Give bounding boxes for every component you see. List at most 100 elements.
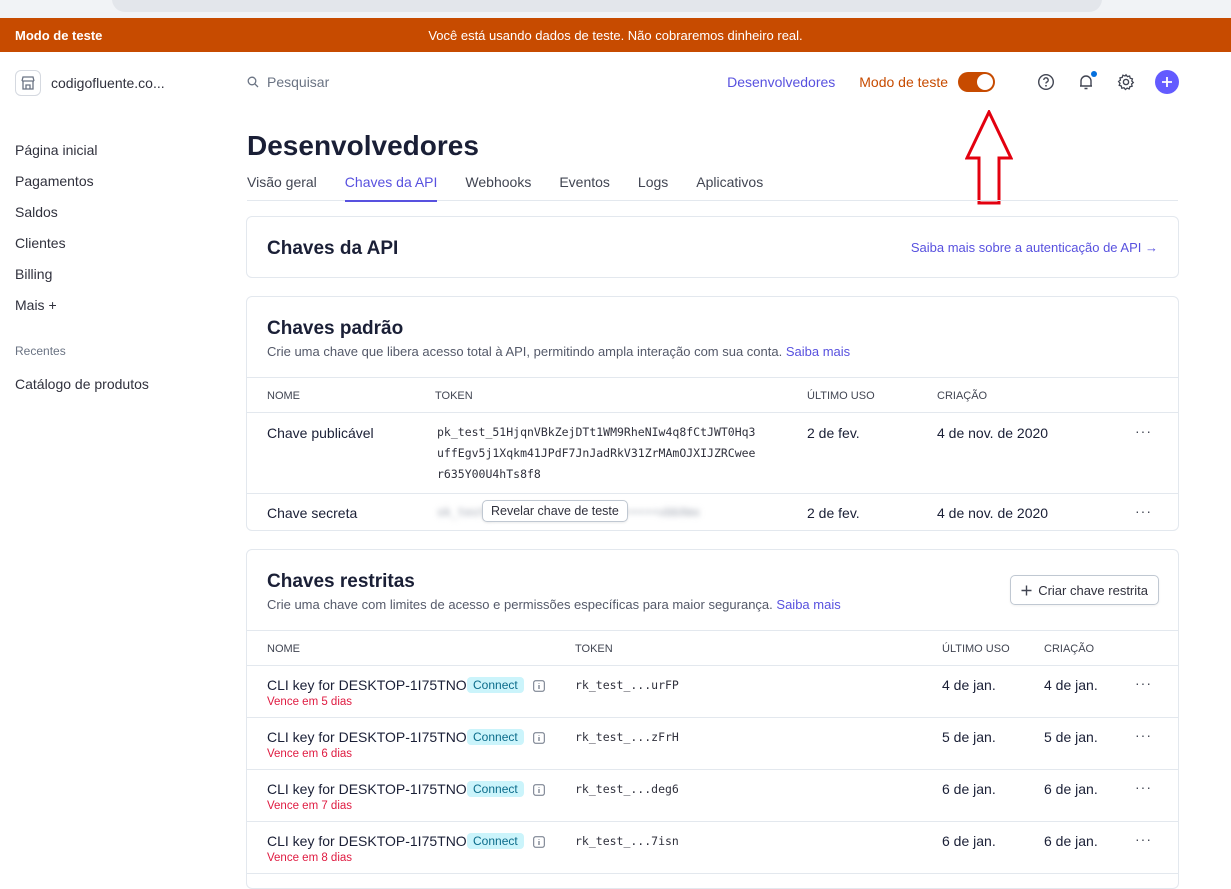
search-placeholder: Pesquisar bbox=[267, 74, 330, 90]
sidebar-item-balances[interactable]: Saldos bbox=[15, 202, 149, 233]
info-icon[interactable] bbox=[533, 732, 545, 744]
account-name: codigofluente.co... bbox=[51, 75, 165, 91]
more-dots-icon[interactable]: ··· bbox=[1135, 727, 1152, 743]
account-switcher[interactable]: codigofluente.co... bbox=[15, 70, 165, 96]
sidebar-item-billing[interactable]: Billing bbox=[15, 264, 149, 295]
more-dots-icon[interactable]: ··· bbox=[1135, 423, 1152, 439]
create-plus-button[interactable] bbox=[1155, 70, 1179, 94]
api-keys-card-title: Chaves da API bbox=[267, 238, 399, 259]
api-keys-header-card: Chaves da API Saiba mais sobre a autenti… bbox=[246, 216, 1179, 278]
sidebar-item-home[interactable]: Página inicial bbox=[15, 140, 149, 171]
more-dots-icon[interactable]: ··· bbox=[1135, 779, 1152, 795]
sidebar-item-customers[interactable]: Clientes bbox=[15, 233, 149, 264]
create-restricted-key-button[interactable]: Criar chave restrita bbox=[1010, 575, 1159, 605]
key-name: Chave secreta bbox=[267, 505, 358, 521]
info-icon[interactable] bbox=[533, 784, 545, 796]
plus-icon bbox=[1021, 585, 1032, 595]
column-header-name: NOME bbox=[267, 390, 300, 402]
search-icon bbox=[247, 76, 259, 88]
standard-keys-table-header: NOME TOKEN ÚLTIMO USO CRIAÇÃO bbox=[247, 377, 1178, 413]
browser-chrome-strip bbox=[0, 0, 1231, 18]
search-input[interactable]: Pesquisar bbox=[247, 74, 329, 90]
last-used-value: 5 de jan. bbox=[942, 729, 996, 745]
created-value: 5 de jan. bbox=[1044, 729, 1098, 745]
standard-keys-title: Chaves padrão bbox=[267, 318, 404, 339]
connect-badge: Connect bbox=[467, 677, 524, 693]
last-used-value: 2 de fev. bbox=[807, 505, 860, 521]
column-header-token: TOKEN bbox=[575, 643, 613, 655]
address-bar[interactable] bbox=[112, 0, 1102, 12]
column-header-last-used: ÚLTIMO USO bbox=[942, 643, 1010, 655]
table-row-secret-key: Chave secreta sk_test_••••••••••••••••••… bbox=[247, 494, 1178, 530]
tab-overview[interactable]: Visão geral bbox=[247, 170, 317, 201]
key-name: CLI key for DESKTOP-1I75TNO bbox=[267, 781, 467, 797]
help-icon[interactable] bbox=[1035, 71, 1057, 93]
key-name: Chave publicável bbox=[267, 425, 374, 441]
standard-keys-card: Chaves padrão Crie uma chave que libera … bbox=[246, 296, 1179, 531]
standard-keys-description: Crie uma chave que libera acesso total à… bbox=[267, 344, 850, 359]
table-row-publishable-key: Chave publicável pk_test_51HjqnVBkZejDTt… bbox=[247, 413, 1178, 494]
restricted-keys-learn-more-link[interactable]: Saiba mais bbox=[776, 597, 840, 612]
info-icon[interactable] bbox=[533, 680, 545, 692]
developers-link[interactable]: Desenvolvedores bbox=[727, 74, 835, 90]
tab-api-keys[interactable]: Chaves da API bbox=[344, 170, 437, 202]
column-header-name: NOME bbox=[267, 643, 300, 655]
connect-badge: Connect bbox=[467, 729, 524, 745]
bell-icon[interactable] bbox=[1075, 71, 1097, 93]
table-row[interactable]: CLI key for DESKTOP-1I75TNO Connect Venc… bbox=[247, 822, 1178, 874]
created-value: 4 de nov. de 2020 bbox=[937, 425, 1049, 441]
tab-apps[interactable]: Aplicativos bbox=[696, 170, 763, 201]
tab-webhooks[interactable]: Webhooks bbox=[465, 170, 531, 201]
test-mode-banner: Modo de teste Você está usando dados de … bbox=[0, 18, 1231, 52]
tab-logs[interactable]: Logs bbox=[638, 170, 668, 201]
restricted-token: rk_test_...deg6 bbox=[575, 782, 679, 796]
topbar-actions: Desenvolvedores Modo de teste bbox=[727, 67, 1179, 97]
gear-icon[interactable] bbox=[1115, 71, 1137, 93]
more-dots-icon[interactable]: ··· bbox=[1135, 831, 1152, 847]
token-line: uffEgv5j1Xqkm41JPdF7JnJadRkV31ZrMAmOJXIJ… bbox=[437, 446, 756, 460]
plus-icon bbox=[1162, 77, 1172, 87]
created-value: 4 de jan. bbox=[1044, 677, 1098, 693]
restricted-keys-description: Crie uma chave com limites de acesso e p… bbox=[267, 597, 841, 612]
api-auth-docs-link[interactable]: Saiba mais sobre a autenticação de API → bbox=[911, 240, 1158, 255]
last-used-value: 6 de jan. bbox=[942, 781, 996, 797]
test-mode-label: Modo de teste bbox=[859, 74, 948, 90]
create-restricted-key-label: Criar chave restrita bbox=[1038, 582, 1148, 598]
sidebar-item-product-catalog[interactable]: Catálogo de produtos bbox=[15, 374, 149, 405]
standard-keys-learn-more-link[interactable]: Saiba mais bbox=[786, 344, 850, 359]
restricted-token: rk_test_...7isn bbox=[575, 834, 679, 848]
expiry-text: Vence em 5 dias bbox=[267, 696, 353, 708]
notification-dot bbox=[1091, 71, 1097, 77]
table-row[interactable]: CLI key for DESKTOP-1I75TNO Connect Venc… bbox=[247, 770, 1178, 822]
expiry-text: Vence em 6 dias bbox=[267, 748, 353, 760]
test-mode-toggle[interactable] bbox=[958, 72, 995, 92]
more-dots-icon[interactable]: ··· bbox=[1135, 503, 1152, 519]
table-row[interactable]: CLI key for DESKTOP-1I75TNO Connect Venc… bbox=[247, 718, 1178, 770]
sidebar-nav: Página inicial Pagamentos Saldos Cliente… bbox=[15, 140, 149, 405]
tab-events[interactable]: Eventos bbox=[559, 170, 610, 201]
restricted-keys-table-header: NOME TOKEN ÚLTIMO USO CRIAÇÃO bbox=[247, 630, 1178, 666]
created-value: 4 de nov. de 2020 bbox=[937, 505, 1049, 521]
test-mode-banner-message: Você está usando dados de teste. Não cob… bbox=[428, 28, 803, 43]
table-row[interactable]: CLI key for DESKTOP-1I75TNO Connect Venc… bbox=[247, 666, 1178, 718]
column-header-created: CRIAÇÃO bbox=[1044, 643, 1095, 655]
expiry-text: Vence em 8 dias bbox=[267, 852, 353, 864]
restricted-keys-title: Chaves restritas bbox=[267, 571, 415, 592]
last-used-value: 4 de jan. bbox=[942, 677, 996, 693]
sidebar-item-more[interactable]: Mais + bbox=[15, 295, 149, 326]
store-icon bbox=[15, 70, 41, 96]
page-title: Desenvolvedores bbox=[247, 130, 479, 161]
last-used-value: 6 de jan. bbox=[942, 833, 996, 849]
connect-badge: Connect bbox=[467, 781, 524, 797]
sidebar-item-payments[interactable]: Pagamentos bbox=[15, 171, 149, 202]
standard-keys-description-text: Crie uma chave que libera acesso total à… bbox=[267, 344, 783, 359]
key-name: CLI key for DESKTOP-1I75TNO bbox=[267, 729, 467, 745]
info-icon[interactable] bbox=[533, 836, 545, 848]
token-line: pk_test_51HjqnVBkZejDTt1WM9RheNIw4q8fCtJ… bbox=[437, 425, 756, 439]
reveal-test-key-button[interactable]: Revelar chave de teste bbox=[482, 500, 628, 522]
publishable-key-token[interactable]: pk_test_51HjqnVBkZejDTt1WM9RheNIw4q8fCtJ… bbox=[437, 422, 756, 485]
more-dots-icon[interactable]: ··· bbox=[1135, 675, 1152, 691]
last-used-value: 2 de fev. bbox=[807, 425, 860, 441]
restricted-keys-description-text: Crie uma chave com limites de acesso e p… bbox=[267, 597, 773, 612]
connect-badge: Connect bbox=[467, 833, 524, 849]
